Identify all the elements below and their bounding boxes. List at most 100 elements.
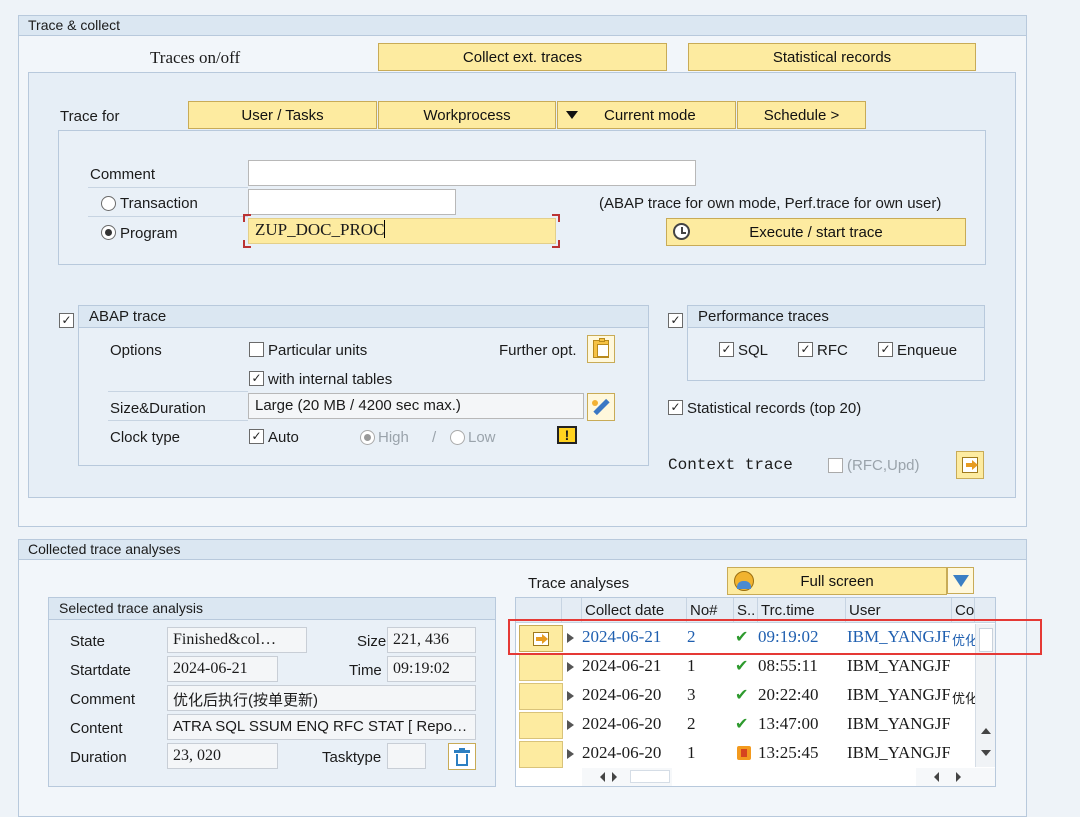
focus-bracket-tl xyxy=(243,214,251,222)
trace-hint-text: (ABAP trace for own mode, Perf.trace for… xyxy=(599,195,942,212)
full-screen-label: Full screen xyxy=(800,572,874,590)
scroll-left-icon[interactable] xyxy=(600,772,605,782)
text-caret xyxy=(384,220,386,238)
row-co xyxy=(950,653,975,682)
comment-input[interactable] xyxy=(248,160,696,186)
table-row[interactable]: 2024-06-20 1 13:25:45 IBM_YANGJF xyxy=(516,740,995,769)
filter-button[interactable] xyxy=(947,567,974,594)
full-screen-icon xyxy=(734,571,754,591)
table-row[interactable]: 2024-06-21 1 ✔ 08:55:11 IBM_YANGJF xyxy=(516,653,995,682)
workprocess-button[interactable]: Workprocess xyxy=(378,101,556,129)
abap-trace-checkbox[interactable]: ✓ xyxy=(59,313,74,328)
row-collect-date: 2024-06-21 xyxy=(582,656,662,675)
row-no: 3 xyxy=(687,685,696,704)
schedule-button[interactable]: Schedule > xyxy=(737,101,866,129)
program-value: ZUP_DOC_PROC xyxy=(255,220,385,239)
full-screen-button[interactable]: Full screen xyxy=(727,567,947,595)
expand-icon[interactable] xyxy=(567,720,574,730)
clipboard-icon xyxy=(593,338,609,358)
slash-separator: / xyxy=(432,429,437,446)
row-no: 2 xyxy=(687,714,696,733)
size-label: Size xyxy=(357,633,387,650)
current-mode-button[interactable]: Current mode xyxy=(557,101,736,129)
tasktype-label: Tasktype xyxy=(322,749,382,766)
scroll-down-icon[interactable] xyxy=(981,750,991,756)
particular-units-checkbox[interactable] xyxy=(249,342,264,357)
options-separator xyxy=(108,391,248,392)
size-separator xyxy=(108,420,248,421)
transaction-input[interactable] xyxy=(248,189,456,215)
row-co xyxy=(950,740,975,769)
horizontal-scrollbar-right[interactable] xyxy=(916,768,995,786)
size-duration-edit-button[interactable] xyxy=(587,393,615,421)
status-ok-icon: ✔ xyxy=(735,714,749,733)
context-trace-checkbox[interactable] xyxy=(828,458,843,473)
state-label: State xyxy=(70,633,106,650)
further-opt-label: Further opt. xyxy=(499,342,577,359)
row-no: 1 xyxy=(687,656,696,675)
horizontal-scrollbar-left[interactable] xyxy=(582,768,672,786)
enqueue-label: Enqueue xyxy=(897,342,958,359)
low-label: Low xyxy=(468,429,496,446)
expand-icon[interactable] xyxy=(567,662,574,672)
scroll-right-icon[interactable] xyxy=(956,772,961,782)
traces-onoff-label: Traces on/off xyxy=(150,48,241,67)
scroll-thumb-h[interactable] xyxy=(630,770,670,783)
row-select-cell[interactable] xyxy=(519,712,563,739)
row-select-cell[interactable] xyxy=(519,683,563,710)
table-row[interactable]: 2024-06-20 3 ✔ 20:22:40 IBM_YANGJF 优化 xyxy=(516,682,995,711)
status-warning-icon xyxy=(735,740,757,769)
clock-start-icon xyxy=(673,223,690,240)
startdate-label: Startdate xyxy=(70,662,131,679)
low-radio[interactable] xyxy=(450,430,465,445)
high-radio[interactable] xyxy=(360,430,375,445)
particular-units-label: Particular units xyxy=(268,342,368,359)
row-user: IBM_YANGJF xyxy=(847,685,950,704)
row-trc-time: 13:25:45 xyxy=(758,743,819,762)
enqueue-checkbox[interactable]: ✓ xyxy=(878,342,893,357)
performance-traces-checkbox[interactable]: ✓ xyxy=(668,313,683,328)
context-trace-button[interactable] xyxy=(956,451,984,479)
table-row[interactable]: 2024-06-20 2 ✔ 13:47:00 IBM_YANGJF xyxy=(516,711,995,740)
content-value: ATRA SQL SSUM ENQ RFC STAT [ Repo… xyxy=(167,714,476,740)
row-select-cell[interactable] xyxy=(519,654,563,681)
further-options-button[interactable] xyxy=(587,335,615,363)
delete-button[interactable] xyxy=(448,743,476,770)
expand-icon[interactable] xyxy=(567,749,574,759)
time-value: 09:19:02 xyxy=(387,656,476,682)
scroll-left-icon[interactable] xyxy=(934,772,939,782)
context-trace-label: Context trace xyxy=(668,456,793,474)
collect-ext-traces-button[interactable]: Collect ext. traces xyxy=(378,43,667,71)
statistical-records-button[interactable]: Statistical records xyxy=(688,43,976,71)
scroll-up-icon[interactable] xyxy=(981,728,991,734)
program-input[interactable]: ZUP_DOC_PROC xyxy=(248,218,556,244)
row-select-cell[interactable] xyxy=(519,741,563,768)
size-duration-field[interactable]: Large (20 MB / 4200 sec max.) xyxy=(248,393,584,419)
sql-checkbox[interactable]: ✓ xyxy=(719,342,734,357)
execute-start-trace-button[interactable]: Execute / start trace xyxy=(666,218,966,246)
comment-field-value: 优化后执行(按单更新) xyxy=(167,685,476,711)
row-user: IBM_YANGJF xyxy=(847,714,950,733)
scroll-right-icon[interactable] xyxy=(612,772,617,782)
rfc-label: RFC xyxy=(817,342,848,359)
comment-field-label: Comment xyxy=(70,691,136,708)
user-tasks-button[interactable]: User / Tasks xyxy=(188,101,377,129)
internal-tables-checkbox[interactable]: ✓ xyxy=(249,371,264,386)
status-ok-icon: ✔ xyxy=(735,656,749,675)
transaction-radio[interactable] xyxy=(101,196,116,211)
dropdown-triangle-icon xyxy=(566,111,578,119)
row-co: 优化 xyxy=(952,691,975,706)
statistical-records-checkbox[interactable]: ✓ xyxy=(668,400,683,415)
auto-checkbox[interactable]: ✓ xyxy=(249,429,264,444)
program-radio[interactable] xyxy=(101,225,116,240)
content-label: Content xyxy=(70,720,123,737)
startdate-value: 2024-06-21 xyxy=(167,656,278,682)
context-trace-option-label: (RFC,Upd) xyxy=(847,457,920,474)
row-co xyxy=(950,711,975,740)
time-label: Time xyxy=(349,662,382,679)
clock-type-label: Clock type xyxy=(110,429,181,446)
statistical-records-label: Statistical records (top 20) xyxy=(687,400,862,417)
expand-icon[interactable] xyxy=(567,691,574,701)
rfc-checkbox[interactable]: ✓ xyxy=(798,342,813,357)
focus-bracket-tr xyxy=(552,214,560,222)
